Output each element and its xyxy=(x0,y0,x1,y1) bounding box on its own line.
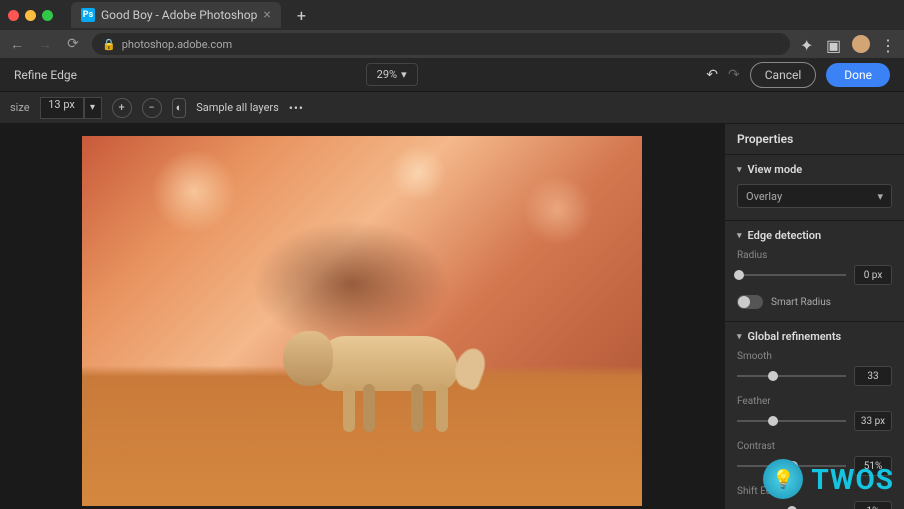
refine-edge-title: Refine Edge xyxy=(14,68,77,82)
redo-icon[interactable]: ↷ xyxy=(728,67,740,83)
refine-edge-toolbar: size 13 px ▾ + − ◐ Sample all layers ••• xyxy=(0,92,904,124)
slider-thumb[interactable] xyxy=(734,270,744,280)
radius-slider[interactable] xyxy=(737,274,846,276)
chevron-down-icon: ▾ xyxy=(737,165,742,175)
done-button[interactable]: Done xyxy=(826,63,890,87)
cancel-button[interactable]: Cancel xyxy=(750,62,817,88)
smooth-slider[interactable] xyxy=(737,375,846,377)
app-header: Refine Edge 29% ▾ ↶ ↷ Cancel Done xyxy=(0,58,904,92)
maximize-window-icon[interactable] xyxy=(42,10,53,21)
nav-back-icon[interactable]: ← xyxy=(8,36,26,53)
radius-label: Radius xyxy=(737,250,892,261)
brush-tool-icon[interactable]: ◐ xyxy=(172,98,187,118)
smooth-value[interactable]: 33 xyxy=(854,366,892,386)
properties-panel: Properties ▾ View mode Overlay ▾ ▾ Edge … xyxy=(724,124,904,509)
chevron-down-icon: ▾ xyxy=(401,68,407,81)
extension-puzzle-icon[interactable]: ✦ xyxy=(800,36,816,52)
global-refinements-header[interactable]: ▾ Global refinements xyxy=(737,330,892,343)
shift-edge-value[interactable]: 1% xyxy=(854,501,892,509)
undo-icon[interactable]: ↶ xyxy=(706,67,718,83)
zoom-in-icon[interactable]: + xyxy=(112,98,132,118)
watermark-text: TWOS xyxy=(811,463,894,496)
properties-panel-title: Properties xyxy=(725,124,904,155)
feather-value[interactable]: 33 px xyxy=(854,411,892,431)
view-mode-title: View mode xyxy=(748,163,803,176)
view-mode-section-header[interactable]: ▾ View mode xyxy=(737,163,892,176)
brush-size-input[interactable]: 13 px xyxy=(40,97,84,119)
lock-icon: 🔒 xyxy=(102,38,116,51)
contrast-label: Contrast xyxy=(737,441,892,452)
brush-size-dropdown[interactable]: ▾ xyxy=(84,97,102,119)
new-tab-button[interactable]: + xyxy=(297,6,306,25)
browser-address-bar: ← → ⟳ 🔒 photoshop.adobe.com ✦ ▣ ⋮ xyxy=(0,30,904,58)
smooth-label: Smooth xyxy=(737,351,892,362)
traffic-lights xyxy=(8,10,53,21)
global-refinements-title: Global refinements xyxy=(748,330,842,343)
nav-forward-icon: → xyxy=(36,36,54,53)
chevron-down-icon: ▾ xyxy=(737,332,742,342)
edge-detection-section: ▾ Edge detection Radius 0 px Smart Radiu… xyxy=(725,221,904,322)
slider-thumb[interactable] xyxy=(768,371,778,381)
browser-titlebar: Ps Good Boy - Adobe Photoshop × + xyxy=(0,0,904,30)
tab-title: Good Boy - Adobe Photoshop xyxy=(101,8,257,22)
nav-reload-icon[interactable]: ⟳ xyxy=(64,36,82,52)
chevron-down-icon: ▾ xyxy=(877,190,883,203)
watermark: TWOS xyxy=(763,459,894,499)
dog-subject xyxy=(278,306,478,436)
slider-thumb[interactable] xyxy=(768,416,778,426)
minimize-window-icon[interactable] xyxy=(25,10,36,21)
radius-value[interactable]: 0 px xyxy=(854,265,892,285)
close-window-icon[interactable] xyxy=(8,10,19,21)
browser-menu-icon[interactable]: ⋮ xyxy=(880,36,896,52)
canvas-area xyxy=(0,124,724,509)
url-input[interactable]: 🔒 photoshop.adobe.com xyxy=(92,33,790,55)
view-mode-select[interactable]: Overlay ▾ xyxy=(737,184,892,208)
image-canvas[interactable] xyxy=(82,136,642,506)
zoom-value: 29% xyxy=(377,68,397,81)
zoom-out-icon[interactable]: − xyxy=(142,98,162,118)
browser-tab[interactable]: Ps Good Boy - Adobe Photoshop × xyxy=(71,2,281,28)
edge-detection-header[interactable]: ▾ Edge detection xyxy=(737,229,892,242)
view-mode-section: ▾ View mode Overlay ▾ xyxy=(725,155,904,221)
smart-radius-toggle[interactable] xyxy=(737,295,763,309)
zoom-dropdown[interactable]: 29% ▾ xyxy=(366,63,418,86)
chevron-down-icon: ▾ xyxy=(737,231,742,241)
feather-label: Feather xyxy=(737,396,892,407)
edge-detection-title: Edge detection xyxy=(748,229,822,242)
smart-radius-label: Smart Radius xyxy=(771,297,831,308)
url-text: photoshop.adobe.com xyxy=(122,38,232,51)
sample-all-layers-toggle[interactable]: Sample all layers xyxy=(196,101,279,114)
avatar[interactable] xyxy=(852,35,870,53)
browser-extensions: ✦ ▣ ⋮ xyxy=(800,35,896,53)
feather-slider[interactable] xyxy=(737,420,846,422)
view-mode-value: Overlay xyxy=(746,190,782,203)
bulb-icon xyxy=(763,459,803,499)
size-label: size xyxy=(10,101,30,114)
more-options-icon[interactable]: ••• xyxy=(289,101,304,115)
tab-close-icon[interactable]: × xyxy=(263,7,270,23)
extension-panel-icon[interactable]: ▣ xyxy=(826,36,842,52)
app-main: Properties ▾ View mode Overlay ▾ ▾ Edge … xyxy=(0,124,904,509)
tab-favicon-icon: Ps xyxy=(81,8,95,22)
